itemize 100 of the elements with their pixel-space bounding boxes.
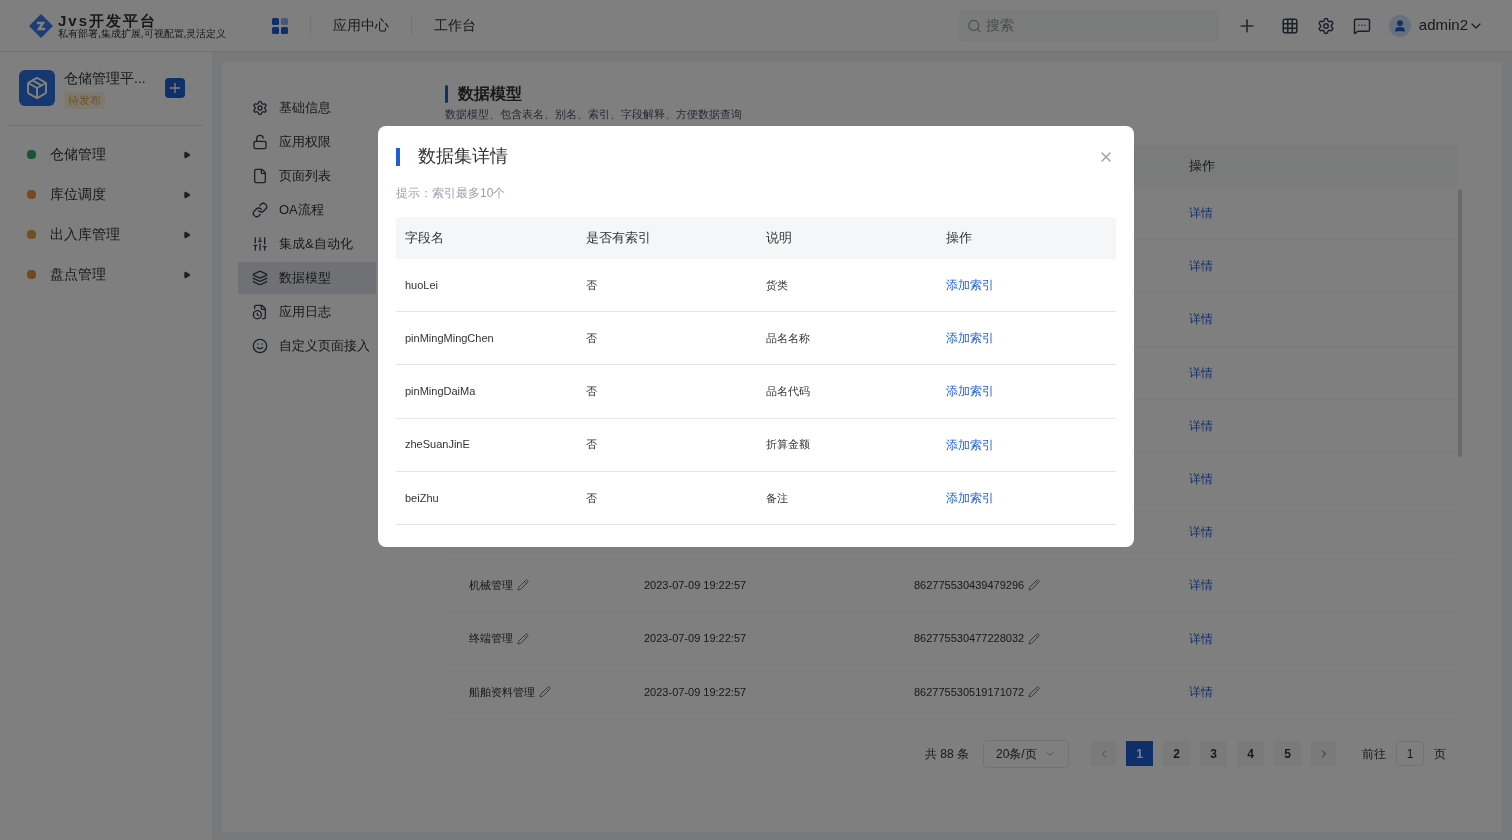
file-icon (252, 168, 268, 184)
logo-title: Jvs开发平台 (58, 12, 159, 28)
page-button[interactable]: 1 (1126, 741, 1153, 767)
detail-link[interactable]: 详情 (1189, 682, 1213, 701)
add-index-link[interactable]: 添加索引 (946, 276, 994, 295)
table-cell-text: 品名名称 (766, 331, 810, 347)
column-header: 说明 (766, 229, 793, 248)
caret-icon (183, 150, 191, 159)
edit-icon[interactable] (517, 579, 529, 592)
log-icon (252, 304, 268, 320)
settings-icon[interactable] (1316, 16, 1335, 35)
edit-icon[interactable] (1028, 579, 1041, 592)
edit-icon[interactable] (539, 685, 551, 698)
detail-link[interactable]: 详情 (1189, 257, 1213, 276)
status-tag: 待发布 (64, 92, 105, 109)
smile-icon (252, 338, 268, 354)
search-icon (966, 17, 982, 34)
page-subtitle: 数据模型、包含表名、别名、索引、字段解释、方便数据查询 (445, 108, 742, 121)
goto-suffix: 页 (1434, 745, 1446, 763)
chat-icon[interactable] (1352, 16, 1371, 35)
detail-link[interactable]: 详情 (1189, 310, 1213, 329)
add-index-link[interactable]: 添加索引 (946, 488, 994, 507)
menu-item[interactable]: 库位调度 (0, 174, 212, 215)
menu-icon (27, 150, 36, 159)
menu-icon (27, 190, 36, 199)
table-cell-text: 862775530519171072 (914, 684, 1025, 700)
caret-icon (183, 230, 191, 239)
goto-page-field[interactable]: 1 (1396, 741, 1424, 767)
page-title: 数据模型 (458, 84, 522, 104)
total-count: 共 88 条 (925, 745, 969, 763)
page-size-select[interactable]: 20条/页 (983, 739, 1069, 768)
table-cell-text: 862775530439479296 (914, 578, 1025, 594)
subnav-item[interactable]: 数据模型 (238, 262, 376, 294)
lock-icon (252, 134, 268, 150)
detail-link[interactable]: 详情 (1189, 204, 1213, 223)
detail-link[interactable]: 详情 (1189, 629, 1213, 648)
table-cell-text: 否 (586, 331, 597, 347)
table-cell-text: 船舶资料管理 (469, 684, 535, 700)
caret-icon (183, 270, 191, 279)
grid-icon[interactable] (1280, 16, 1299, 35)
table-cell-text: 否 (586, 277, 597, 293)
edit-icon[interactable] (1028, 632, 1041, 645)
column-header: 操作 (946, 229, 973, 248)
dialog-hint: 提示：索引最多10个 (396, 185, 507, 202)
goto-label: 前往 (1362, 745, 1386, 763)
app-name: 仓储管理平... (64, 69, 146, 88)
table-cell-text: pinMingMingChen (405, 331, 494, 347)
table-cell-text: zheSuanJinE (405, 437, 470, 453)
menu-icon (27, 270, 36, 279)
table-cell-text: beiZhu (405, 490, 439, 506)
add-index-link[interactable]: 添加索引 (946, 382, 994, 401)
sliders-icon (252, 236, 268, 252)
add-index-link[interactable]: 添加索引 (946, 435, 994, 454)
table-cell-text: 否 (586, 384, 597, 400)
detail-link[interactable]: 详情 (1189, 363, 1213, 382)
page-button[interactable]: 5 (1274, 741, 1301, 767)
logo-icon (28, 12, 54, 39)
link-icon (252, 202, 268, 218)
caret-icon (183, 190, 191, 199)
menu-item[interactable]: 出入库管理 (0, 214, 212, 255)
table-cell-text: 折算金额 (766, 437, 810, 453)
column-header: 操作 (1189, 157, 1216, 176)
column-header: 是否有索引 (586, 229, 652, 248)
add-button[interactable] (165, 78, 185, 99)
table-cell-text: 否 (586, 437, 597, 453)
menu-icon (27, 230, 36, 239)
menu-item[interactable]: 盘点管理 (0, 254, 212, 295)
layers-icon (252, 270, 268, 286)
dialog-title: 数据集详情 (418, 145, 508, 168)
table-cell: 2023-07-09 19:22:57 (644, 685, 747, 698)
detail-link[interactable]: 详情 (1189, 576, 1213, 595)
table-cell-text: pinMingDaiMa (405, 384, 476, 400)
column-header: 字段名 (405, 229, 445, 248)
page-button[interactable]: 2 (1163, 741, 1190, 767)
table-cell-text: huoLei (405, 277, 439, 293)
app-icon (19, 70, 55, 107)
nav-link[interactable]: 工作台 (434, 15, 476, 36)
logo-slogan: 私有部署,集成扩展,可视配置,灵活定义 (58, 28, 227, 39)
user-name[interactable]: admin2 (1418, 14, 1468, 37)
detail-link[interactable]: 详情 (1189, 470, 1213, 489)
settings-icon (252, 100, 268, 116)
table-cell-text: 终端管理 (469, 631, 513, 647)
detail-link[interactable]: 详情 (1189, 416, 1213, 435)
table-cell: 2023-07-09 19:22:57 (644, 632, 747, 645)
table-cell: 2023-07-09 19:22:57 (644, 579, 747, 592)
add-index-link[interactable]: 添加索引 (946, 329, 994, 348)
page-button[interactable]: 3 (1200, 741, 1227, 767)
edit-icon[interactable] (1028, 685, 1041, 698)
apps-icon[interactable] (272, 17, 288, 34)
table-cell-text: 机械管理 (469, 578, 513, 594)
menu-item[interactable]: 仓储管理 (0, 134, 212, 175)
edit-icon[interactable] (517, 632, 529, 645)
page-button[interactable]: 4 (1237, 741, 1264, 767)
nav-link[interactable]: 应用中心 (333, 15, 389, 36)
table-cell-text: 货类 (766, 277, 788, 293)
table-cell-text: 否 (586, 490, 597, 506)
avatar-icon[interactable] (1388, 14, 1411, 37)
detail-link[interactable]: 详情 (1189, 523, 1213, 542)
table-cell-text: 品名代码 (766, 384, 810, 400)
table-cell-text: 备注 (766, 490, 788, 506)
